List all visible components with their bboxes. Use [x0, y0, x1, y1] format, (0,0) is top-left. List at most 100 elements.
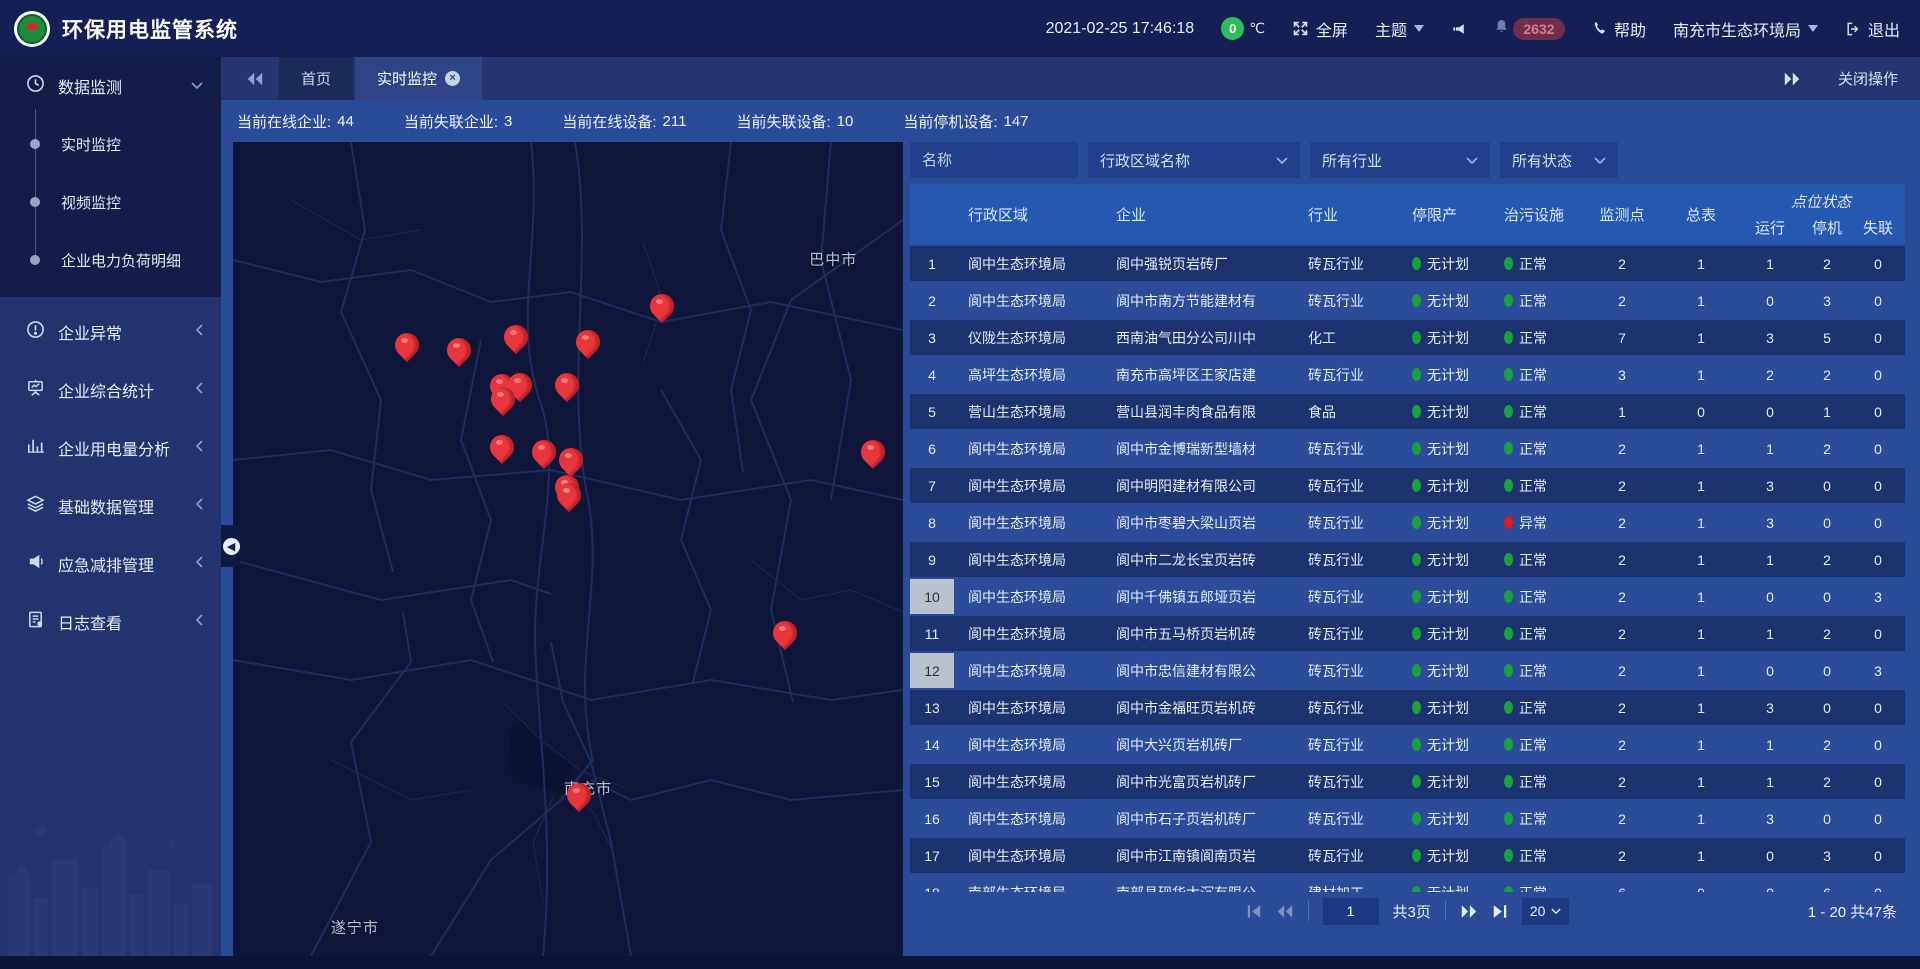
sidebar: 数据监测实时监控视频监控企业电力负荷明细企业异常企业综合统计企业用电量分析基础数… — [0, 57, 221, 956]
cell-company: 阆中市江南镇阆南页岩 — [1102, 838, 1294, 873]
table-row[interactable]: 15阆中生态环境局阆中市光富页岩机砖厂砖瓦行业无计划正常21120 — [910, 764, 1905, 799]
sidebar-item-0[interactable]: 数据监测 — [0, 57, 221, 115]
table-row[interactable]: 8阆中生态环境局阆中市枣碧大梁山页岩砖瓦行业无计划异常21300 — [910, 505, 1905, 540]
map-pin[interactable] — [861, 440, 885, 464]
map-pin[interactable] — [567, 783, 591, 807]
page-size-select[interactable]: 20 — [1522, 898, 1570, 925]
status-dot-green — [1504, 257, 1513, 270]
table-row[interactable]: 14阆中生态环境局阆中大兴页岩机砖厂砖瓦行业无计划正常21120 — [910, 727, 1905, 762]
sidebar-item-4[interactable]: 基础数据管理 — [0, 477, 221, 535]
help-button[interactable]: 帮助 — [1592, 17, 1646, 41]
sidebar-subitem-0[interactable]: 实时监控 — [0, 115, 221, 173]
table-row[interactable]: 4高坪生态环境局南充市高坪区王家店建砖瓦行业无计划正常31220 — [910, 357, 1905, 392]
status-dot-green — [1504, 331, 1513, 344]
map-pin[interactable] — [490, 435, 514, 459]
map-pin[interactable] — [650, 294, 674, 318]
name-search-input[interactable] — [910, 142, 1078, 178]
status-dot-green — [1504, 294, 1513, 307]
cell-run: 2 — [1740, 357, 1800, 392]
sidebar-item-3[interactable]: 企业用电量分析 — [0, 419, 221, 477]
table-row[interactable]: 3仪陇生态环境局西南油气田分公司川中化工无计划正常71350 — [910, 320, 1905, 355]
table-row[interactable]: 5营山生态环境局营山县润丰肉食品有限食品无计划正常10010 — [910, 394, 1905, 429]
status-select[interactable]: 所有状态 — [1500, 142, 1618, 178]
status-dot-green — [1412, 368, 1421, 381]
close-operations-button[interactable]: 关闭操作 — [1838, 68, 1898, 89]
region-select[interactable]: 行政区域名称 — [1088, 142, 1300, 178]
cell-facility: 正常 — [1490, 468, 1582, 503]
cell-company: 阆中市金博瑞新型墙材 — [1102, 431, 1294, 466]
sidebar-subitem-1[interactable]: 视频监控 — [0, 173, 221, 231]
table-row[interactable]: 1阆中生态环境局阆中强锐页岩砖厂砖瓦行业无计划正常21120 — [910, 246, 1905, 281]
map-pin[interactable] — [557, 483, 581, 507]
map-pin[interactable] — [491, 387, 515, 411]
cell-company: 阆中市南方节能建材有 — [1102, 283, 1294, 318]
org-dropdown[interactable]: 南充市生态环境局 — [1673, 17, 1818, 41]
stat-label: 当前失联企业: — [404, 111, 498, 132]
cell-facility: 正常 — [1490, 690, 1582, 725]
cell-lost: 0 — [1854, 468, 1902, 503]
table-row[interactable]: 18南部生态环境局南部县砚华太沉有限公建材加工无计划正常60060 — [910, 875, 1905, 892]
tab-home[interactable]: 首页 — [279, 57, 353, 100]
theme-dropdown[interactable]: 主题 — [1375, 17, 1424, 41]
cell-run: 1 — [1740, 431, 1800, 466]
table-row[interactable]: 9阆中生态环境局阆中市二龙长宝页岩砖砖瓦行业无计划正常21120 — [910, 542, 1905, 577]
map[interactable]: 巴中市南充市遂宁市 — [233, 142, 903, 956]
sidebar-item-6[interactable]: 日志查看 — [0, 593, 221, 651]
status-dot-green — [1412, 775, 1421, 788]
map-pin[interactable] — [559, 448, 583, 472]
map-pin[interactable] — [447, 338, 471, 362]
sidebar-item-2[interactable]: 企业综合统计 — [0, 361, 221, 419]
table-header: 行政区域 企业 行业 停限产 治污设施 监测点 总表 点位状态 运行 停机 失联 — [910, 184, 1905, 244]
cell-stop: 3 — [1800, 838, 1854, 873]
map-pin[interactable] — [555, 373, 579, 397]
header-facility: 治污设施 — [1490, 184, 1582, 244]
table-body[interactable]: 1阆中生态环境局阆中强锐页岩砖厂砖瓦行业无计划正常211202阆中生态环境局阆中… — [910, 246, 1905, 892]
sidebar-item-1[interactable]: 企业异常 — [0, 303, 221, 361]
map-pin[interactable] — [395, 333, 419, 357]
sidebar-collapse-handle[interactable]: ◀ — [221, 525, 241, 567]
tabs-scroll-left-button[interactable] — [221, 72, 279, 86]
cell-run: 3 — [1740, 690, 1800, 725]
cell-monitor: 2 — [1582, 653, 1662, 688]
fullscreen-button[interactable]: 全屏 — [1292, 17, 1348, 41]
next-page-button[interactable] — [1460, 904, 1478, 919]
production-text: 无计划 — [1427, 254, 1469, 274]
table-row[interactable]: 6阆中生态环境局阆中市金博瑞新型墙材砖瓦行业无计划正常21120 — [910, 431, 1905, 466]
tab-close-icon[interactable]: × — [445, 71, 460, 86]
page-number-input[interactable] — [1323, 898, 1379, 925]
content-row: 巴中市南充市遂宁市 ◀ 行政区域名称 所有 — [221, 142, 1920, 956]
first-page-button[interactable] — [1246, 904, 1262, 919]
production-text: 无计划 — [1427, 661, 1469, 681]
broadcast-button[interactable] — [1451, 21, 1467, 37]
tab-realtime-monitor[interactable]: 实时监控 × — [355, 57, 482, 100]
table-row[interactable]: 11阆中生态环境局阆中市五马桥页岩机砖砖瓦行业无计划正常21120 — [910, 616, 1905, 651]
last-page-button[interactable] — [1492, 904, 1508, 919]
cell-industry: 砖瓦行业 — [1294, 801, 1398, 836]
cell-run: 3 — [1740, 801, 1800, 836]
table-row[interactable]: 10阆中生态环境局阆中千佛镇五郎垭页岩砖瓦行业无计划正常21003 — [910, 579, 1905, 614]
table-row[interactable]: 17阆中生态环境局阆中市江南镇阆南页岩砖瓦行业无计划正常21030 — [910, 838, 1905, 873]
chevron-down-icon — [1414, 25, 1424, 32]
table-row[interactable]: 13阆中生态环境局阆中市金福旺页岩机砖砖瓦行业无计划正常21300 — [910, 690, 1905, 725]
sidebar-item-5[interactable]: 应急减排管理 — [0, 535, 221, 593]
prev-page-button[interactable] — [1276, 904, 1294, 919]
table-row[interactable]: 7阆中生态环境局阆中明阳建材有限公司砖瓦行业无计划正常21300 — [910, 468, 1905, 503]
map-pin[interactable] — [504, 325, 528, 349]
status-dot-green — [1412, 294, 1421, 307]
notification-area[interactable]: 2632 — [1494, 18, 1565, 40]
table-row[interactable]: 2阆中生态环境局阆中市南方节能建材有砖瓦行业无计划正常21030 — [910, 283, 1905, 318]
logout-button[interactable]: 退出 — [1845, 17, 1900, 41]
chevron-left-icon — [195, 381, 203, 399]
cell-monitor: 1 — [1582, 394, 1662, 429]
chevron-down-icon — [1808, 25, 1818, 32]
table-row[interactable]: 16阆中生态环境局阆中市石子页岩机砖厂砖瓦行业无计划正常21300 — [910, 801, 1905, 836]
tabs-scroll-right-button[interactable] — [1784, 72, 1800, 86]
cell-lost: 3 — [1854, 653, 1902, 688]
sidebar-subitem-2[interactable]: 企业电力负荷明细 — [0, 231, 221, 289]
industry-select[interactable]: 所有行业 — [1310, 142, 1490, 178]
map-pin[interactable] — [576, 330, 600, 354]
table-row[interactable]: 12阆中生态环境局阆中市忠信建材有限公砖瓦行业无计划正常21003 — [910, 653, 1905, 688]
map-pin[interactable] — [532, 440, 556, 464]
pager-divider — [1445, 901, 1446, 921]
map-pin[interactable] — [773, 621, 797, 645]
